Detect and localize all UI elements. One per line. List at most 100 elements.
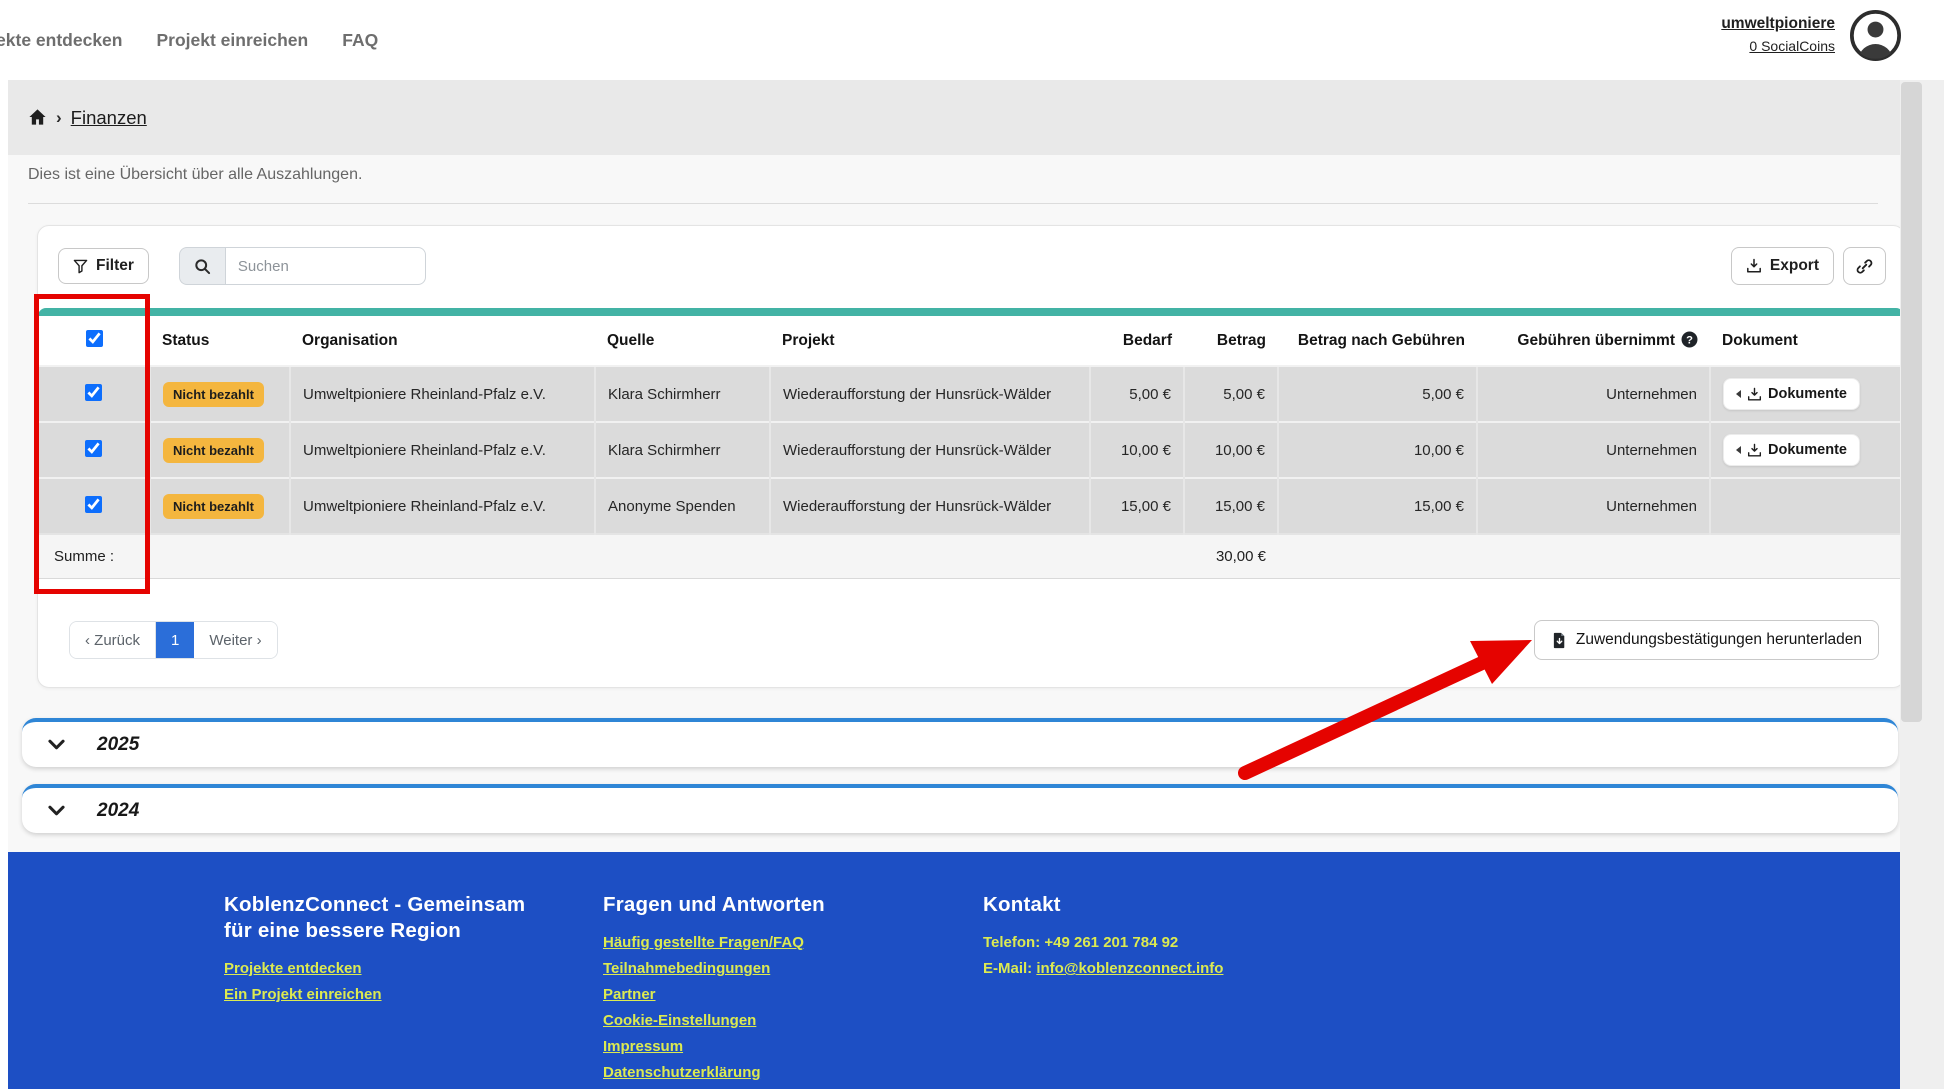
footer-email: E-Mail: info@koblenzconnect.info	[983, 960, 1223, 977]
payouts-table-wrap: Status Organisation Quelle Projekt Bedar…	[38, 308, 1904, 579]
divider	[28, 203, 1878, 204]
footer-about-column: KoblenzConnect - Gemeinsam für eine bess…	[224, 892, 554, 1012]
nav-item-projekte-entdecken[interactable]: Projekte entdecken	[0, 30, 122, 51]
gebuehren-uebernimmt-cell: Unternehmen	[1477, 478, 1710, 534]
accordion-year-label: 2025	[97, 734, 139, 756]
footer-link-cookie-einstellungen[interactable]: Cookie-Einstellungen	[603, 1012, 825, 1029]
summary-row: Summe : 30,00 €	[38, 534, 1905, 578]
header-gebuehren-uebernimmt: Gebühren übernimmt?	[1477, 316, 1710, 366]
pagination-page-1[interactable]: 1	[156, 622, 194, 658]
header-betrag: Betrag	[1184, 316, 1278, 366]
pagination-prev[interactable]: ‹ Zurück	[70, 622, 156, 658]
header-organisation: Organisation	[290, 316, 595, 366]
accordion-year-label: 2024	[97, 800, 139, 822]
pagination: ‹ Zurück 1 Weiter ›	[69, 621, 278, 659]
header-betrag-nach-gebuehren: Betrag nach Gebühren	[1278, 316, 1477, 366]
document-download-icon	[1747, 443, 1762, 458]
filter-button[interactable]: Filter	[58, 248, 149, 284]
header-projekt: Projekt	[770, 316, 1090, 366]
header-quelle: Quelle	[595, 316, 770, 366]
dokument-cell-empty	[1710, 478, 1905, 534]
payouts-card: Filter Export	[37, 225, 1905, 688]
username-link[interactable]: umweltpioniere	[1721, 12, 1835, 36]
row-checkbox[interactable]	[85, 496, 102, 513]
footer-link-projekt-einreichen[interactable]: Ein Projekt einreichen	[224, 986, 554, 1003]
svg-text:?: ?	[1686, 334, 1693, 346]
table-row: Nicht bezahlt Umweltpioniere Rheinland-P…	[38, 422, 1905, 478]
betrag-cell: 15,00 €	[1184, 478, 1278, 534]
search-addon	[179, 247, 225, 285]
betrag-nach-gebuehren-cell: 10,00 €	[1278, 422, 1477, 478]
footer-phone: Telefon: +49 261 201 784 92	[983, 934, 1223, 951]
page-body: › Finanzen Dies ist eine Übersicht über …	[8, 80, 1900, 1089]
footer-about-title: KoblenzConnect - Gemeinsam für eine bess…	[224, 892, 554, 944]
nav-item-projekt-einreichen[interactable]: Projekt einreichen	[156, 30, 308, 51]
header-bedarf: Bedarf	[1090, 316, 1184, 366]
table-toolbar: Filter Export	[58, 246, 1886, 286]
search-input[interactable]	[225, 247, 426, 285]
funnel-icon	[73, 259, 88, 274]
footer-phone-value: +49 261 201 784 92	[1044, 934, 1178, 951]
dokumente-button[interactable]: Dokumente	[1723, 378, 1860, 410]
projekt-cell: Wiederaufforstung der Hunsrück-Wälder	[770, 478, 1090, 534]
breadcrumb-current[interactable]: Finanzen	[71, 107, 147, 129]
page-description: Dies ist eine Übersicht über alle Auszah…	[28, 166, 362, 184]
row-checkbox[interactable]	[85, 440, 102, 457]
download-confirmations-button[interactable]: Zuwendungsbestätigungen herunterladen	[1534, 620, 1879, 660]
footer-link-projekte-entdecken[interactable]: Projekte entdecken	[224, 960, 554, 977]
betrag-cell: 10,00 €	[1184, 422, 1278, 478]
footer-link-faq[interactable]: Häufig gestellte Fragen/FAQ	[603, 934, 825, 951]
search-group	[179, 247, 426, 285]
filter-button-label: Filter	[96, 257, 134, 275]
betrag-nach-gebuehren-cell: 5,00 €	[1278, 366, 1477, 422]
table-row: Nicht bezahlt Umweltpioniere Rheinland-P…	[38, 478, 1905, 534]
footer-link-partner[interactable]: Partner	[603, 986, 825, 1003]
user-info: umweltpioniere 0 SocialCoins	[1721, 12, 1835, 58]
status-badge: Nicht bezahlt	[163, 438, 264, 463]
footer: KoblenzConnect - Gemeinsam für eine bess…	[8, 852, 1900, 1089]
top-navigation: Projekte entdecken Projekt einreichen FA…	[0, 0, 1944, 80]
footer-contact-column: Kontakt Telefon: +49 261 201 784 92 E-Ma…	[983, 892, 1223, 986]
scrollbar-thumb[interactable]	[1901, 82, 1922, 722]
status-badge: Nicht bezahlt	[163, 382, 264, 407]
quelle-cell: Klara Schirmherr	[595, 366, 770, 422]
dokumente-button-label: Dokumente	[1768, 386, 1847, 402]
pagination-next[interactable]: Weiter ›	[194, 622, 276, 658]
accordion-2024[interactable]: 2024	[22, 784, 1898, 833]
help-icon[interactable]: ?	[1681, 331, 1698, 348]
breadcrumb-separator: ›	[56, 108, 62, 128]
caret-left-icon	[1736, 390, 1741, 398]
socialcoins-link[interactable]: 0 SocialCoins	[1721, 36, 1835, 58]
row-checkbox[interactable]	[85, 384, 102, 401]
file-download-icon	[1551, 632, 1568, 649]
footer-faq-column: Fragen und Antworten Häufig gestellte Fr…	[603, 892, 825, 1090]
accordion-2025[interactable]: 2025	[22, 718, 1898, 767]
organisation-cell: Umweltpioniere Rheinland-Pfalz e.V.	[290, 422, 595, 478]
avatar[interactable]	[1849, 9, 1902, 62]
export-button[interactable]: Export	[1731, 247, 1834, 285]
download-confirmations-label: Zuwendungsbestätigungen herunterladen	[1576, 631, 1862, 649]
scrollbar-track	[1900, 80, 1944, 1089]
export-button-label: Export	[1770, 257, 1819, 275]
status-badge: Nicht bezahlt	[163, 494, 264, 519]
quelle-cell: Klara Schirmherr	[595, 422, 770, 478]
copy-link-button[interactable]	[1843, 247, 1886, 285]
payouts-table: Status Organisation Quelle Projekt Bedar…	[38, 316, 1905, 579]
chevron-down-icon	[46, 734, 67, 755]
caret-left-icon	[1736, 446, 1741, 454]
dokumente-button-label: Dokumente	[1768, 442, 1847, 458]
breadcrumb: › Finanzen	[8, 80, 1900, 155]
nav-item-faq[interactable]: FAQ	[342, 30, 378, 51]
header-dokument: Dokument	[1710, 316, 1905, 366]
home-icon[interactable]	[28, 108, 47, 127]
footer-link-datenschutz[interactable]: Datenschutzerklärung	[603, 1064, 825, 1081]
dokumente-button[interactable]: Dokumente	[1723, 434, 1860, 466]
footer-link-impressum[interactable]: Impressum	[603, 1038, 825, 1055]
footer-link-teilnahmebedingungen[interactable]: Teilnahmebedingungen	[603, 960, 825, 977]
table-header-row: Status Organisation Quelle Projekt Bedar…	[38, 316, 1905, 366]
organisation-cell: Umweltpioniere Rheinland-Pfalz e.V.	[290, 478, 595, 534]
betrag-nach-gebuehren-cell: 15,00 €	[1278, 478, 1477, 534]
footer-email-link[interactable]: info@koblenzconnect.info	[1036, 960, 1223, 977]
select-all-checkbox[interactable]	[86, 330, 103, 347]
toolbar-right: Export	[1731, 247, 1886, 285]
